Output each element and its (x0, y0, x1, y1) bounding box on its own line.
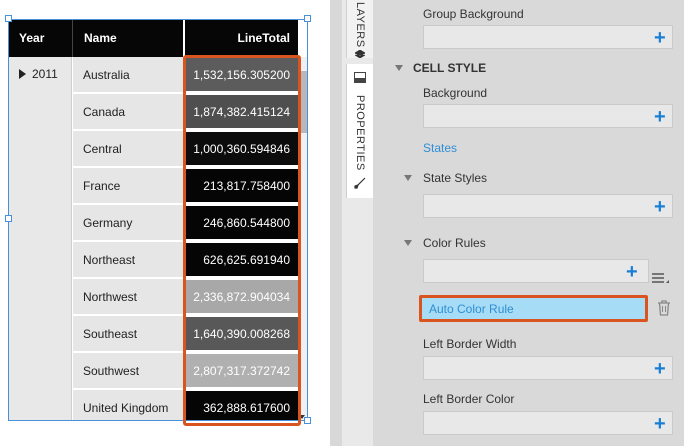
header-year[interactable]: Year (9, 19, 72, 57)
left-border-color-field[interactable] (423, 411, 673, 435)
row-value-cell[interactable]: 362,888.617600 (185, 391, 298, 421)
background-label: Background (423, 86, 488, 100)
add-state-style-icon[interactable]: + (654, 197, 666, 217)
trash-icon[interactable] (657, 300, 671, 316)
cell-style-section-title[interactable]: CELL STYLE (413, 61, 486, 75)
year-group[interactable]: 2011 (19, 67, 58, 81)
resize-handle-bottom-right[interactable] (304, 417, 311, 424)
row-name-cell[interactable]: Southeast (73, 316, 183, 352)
states-link[interactable]: States (423, 141, 457, 155)
color-rules-collapse-icon[interactable] (404, 240, 412, 246)
tab-layers-label: LAYERS (354, 2, 366, 48)
row-value-cell[interactable]: 2,336,872.904034 (185, 280, 298, 315)
header-name[interactable]: Name (72, 19, 183, 57)
auto-color-rule-item[interactable]: Auto Color Rule (419, 295, 648, 322)
scroll-thumb[interactable] (299, 71, 307, 133)
row-name-cell[interactable]: Northwest (73, 279, 183, 315)
row-name-cell[interactable]: Canada (73, 94, 183, 130)
state-styles-label[interactable]: State Styles (423, 171, 487, 185)
row-value-cell[interactable]: 626,625.691940 (185, 243, 298, 278)
tab-properties[interactable]: PROPERTIES (346, 64, 373, 198)
window-icon (354, 72, 366, 83)
background-field[interactable] (423, 104, 673, 128)
add-left-border-width-icon[interactable]: + (654, 359, 666, 379)
properties-panel: Group Background + CELL STYLE Background… (373, 0, 684, 446)
add-group-background-icon[interactable]: + (654, 28, 666, 48)
header-linetotal[interactable]: LineTotal (183, 19, 298, 57)
color-rules-field[interactable] (423, 259, 649, 283)
row-value-cell[interactable]: 2,807,317.372742 (185, 354, 298, 389)
left-border-color-label: Left Border Color (423, 392, 515, 406)
resize-handle-top-right[interactable] (304, 15, 311, 22)
side-tab-strip: LAYERS PROPERTIES (342, 0, 373, 446)
row-value-cell[interactable]: 1,532,156.305200 (185, 58, 298, 93)
brush-icon (354, 177, 366, 189)
tab-layers[interactable]: LAYERS (346, 0, 373, 58)
row-name-cell[interactable]: Northeast (73, 242, 183, 278)
dashboard-canvas: Year Name LineTotal 2011 Australia 1,532,… (0, 0, 342, 446)
left-border-width-field[interactable] (423, 356, 673, 380)
year-value: 2011 (32, 67, 58, 81)
section-collapse-icon[interactable] (395, 65, 403, 71)
pivot-table[interactable]: Year Name LineTotal 2011 Australia 1,532,… (9, 19, 308, 421)
group-background-label: Group Background (423, 7, 524, 21)
row-name-cell[interactable]: Germany (73, 205, 183, 241)
row-name-cell[interactable]: Australia (73, 57, 183, 93)
layers-icon (355, 49, 365, 58)
color-rules-label[interactable]: Color Rules (423, 236, 486, 250)
add-left-border-color-icon[interactable]: + (654, 414, 666, 434)
resize-handle-top-left[interactable] (5, 15, 12, 22)
auto-color-rule-label: Auto Color Rule (429, 302, 514, 316)
canvas-scrollbar[interactable] (330, 0, 342, 446)
row-name-cell[interactable]: Central (73, 131, 183, 167)
vertical-scrollbar[interactable] (298, 57, 308, 421)
resize-handle-left[interactable] (5, 215, 12, 222)
row-value-cell[interactable]: 213,817.758400 (185, 169, 298, 204)
row-value-cell[interactable]: 1,874,382.415124 (185, 95, 298, 130)
state-styles-collapse-icon[interactable] (404, 175, 412, 181)
expand-triangle-icon[interactable] (19, 69, 26, 79)
row-value-cell[interactable]: 1,000,360.594846 (185, 132, 298, 167)
menu-icon[interactable] (652, 272, 670, 286)
state-styles-field[interactable] (423, 194, 673, 218)
year-column: 2011 (9, 57, 72, 421)
row-name-cell[interactable]: United Kingdom (73, 390, 183, 421)
left-border-width-label: Left Border Width (423, 337, 517, 351)
row-name-cell[interactable]: France (73, 168, 183, 204)
add-color-rule-icon[interactable]: + (626, 262, 638, 282)
row-value-cell[interactable]: 1,640,390.008268 (185, 317, 298, 352)
group-background-field[interactable] (423, 25, 673, 49)
row-name-cell[interactable]: Southwest (73, 353, 183, 389)
row-value-cell[interactable]: 246,860.544800 (185, 206, 298, 241)
tab-properties-label: PROPERTIES (354, 95, 366, 171)
add-background-icon[interactable]: + (654, 107, 666, 127)
